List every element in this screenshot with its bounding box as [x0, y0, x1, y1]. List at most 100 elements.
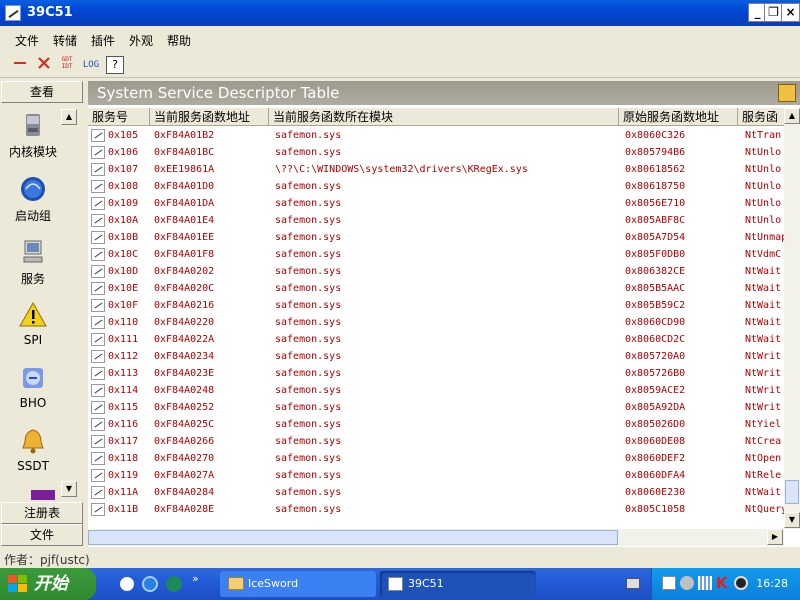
tray-grid-icon[interactable]: [698, 576, 712, 590]
tray-network-icon[interactable]: [680, 576, 694, 590]
title-bar[interactable]: 39C51 _ ❐ ×: [0, 0, 800, 26]
column-service-function[interactable]: 服务函: [738, 108, 784, 126]
cell-current-module: safemon.sys: [275, 283, 342, 294]
sidebar-scroll-down[interactable]: ▼: [61, 481, 77, 497]
vertical-scrollbar[interactable]: ▲ ▼: [784, 108, 800, 529]
cell-service-number: 0x11B: [108, 504, 139, 515]
cell-current-module: safemon.sys: [275, 130, 342, 141]
log-button[interactable]: LOG: [80, 56, 102, 74]
table-row[interactable]: 0x117 0xF84A0266 safemon.sys 0x8060DE08 NtCr…: [88, 433, 784, 450]
bell-icon: [22, 429, 44, 454]
table-row[interactable]: 0x115 0xF84A0252 safemon.sys 0x805A92DA NtWr…: [88, 399, 784, 416]
table-row[interactable]: 0x110 0xF84A0220 safemon.sys 0x8060CD90 NtWa…: [88, 314, 784, 331]
clock: 16:28: [756, 577, 788, 590]
table-row[interactable]: 0x107 0xEE19861A \??\C:\WINDOWS\system32\d…: [88, 161, 784, 178]
scroll-down-button[interactable]: ▼: [784, 512, 800, 528]
task-label: IceSword: [248, 577, 299, 590]
main-window: 39C51 _ ❐ × 文件 转储 插件 外观 帮助 GDT IDT LOG ?…: [0, 0, 800, 568]
ie-icon[interactable]: [142, 576, 158, 592]
menu-help[interactable]: 帮助: [167, 32, 191, 49]
cell-current-module: safemon.sys: [275, 147, 342, 158]
table-row[interactable]: 0x119 0xF84A027A safemon.sys 0x8060DFA4 NtRe…: [88, 467, 784, 484]
table-body: 0x105 0xF84A01B2 safemon.sys 0x8060C326 NtTr…: [88, 127, 784, 521]
minus-icon[interactable]: [11, 56, 29, 74]
tray-k-icon[interactable]: K: [716, 574, 728, 592]
keyboard-icon[interactable]: [626, 578, 640, 589]
table-row[interactable]: 0x10A 0xF84A01E4 safemon.sys 0x805ABF8C NtUn…: [88, 212, 784, 229]
panel-pin-icon[interactable]: [778, 84, 796, 102]
table-row[interactable]: 0x108 0xF84A01D0 safemon.sys 0x80618750 NtUn…: [88, 178, 784, 195]
scroll-up-button[interactable]: ▲: [784, 108, 800, 124]
cell-service-function: NtWrit: [745, 402, 782, 413]
cell-service-number: 0x10E: [108, 283, 139, 294]
sidebar-header-files[interactable]: 文件: [1, 524, 83, 546]
menu-dump[interactable]: 转储: [53, 32, 77, 49]
column-service-number[interactable]: 服务号: [88, 108, 150, 126]
cell-service-function: NtWait: [745, 334, 782, 345]
menu-appearance[interactable]: 外观: [129, 32, 153, 49]
media-icon[interactable]: [120, 577, 134, 591]
vertical-scroll-thumb[interactable]: [785, 480, 799, 504]
sidebar-item-ssdt[interactable]: SSDT: [1, 426, 65, 473]
cell-current-address: 0xF84A01EE: [154, 232, 215, 243]
table-row[interactable]: 0x114 0xF84A0248 safemon.sys 0x8059ACE2 NtWr…: [88, 382, 784, 399]
help-button[interactable]: ?: [106, 56, 124, 74]
table-row[interactable]: 0x11A 0xF84A0284 safemon.sys 0x8060E230 NtWa…: [88, 484, 784, 501]
cell-original-address: 0x8060DE08: [625, 436, 686, 447]
menu-file[interactable]: 文件: [15, 32, 39, 49]
table-row[interactable]: 0x106 0xF84A01BC safemon.sys 0x805794B6 NtUn…: [88, 144, 784, 161]
table-row[interactable]: 0x10C 0xF84A01F8 safemon.sys 0x805F0DB0 NtVd…: [88, 246, 784, 263]
globe-launch-icon[interactable]: [166, 576, 182, 592]
menu-plugins[interactable]: 插件: [91, 32, 115, 49]
start-button[interactable]: 开始: [0, 568, 96, 600]
table-row[interactable]: 0x11B 0xF84A028E safemon.sys 0x805C1058 NtQu…: [88, 501, 784, 518]
delete-icon[interactable]: [35, 56, 53, 74]
column-current-address[interactable]: 当前服务函数地址: [150, 108, 269, 126]
sidebar-item-label: BHO: [19, 396, 47, 410]
table-row[interactable]: 0x112 0xF84A0234 safemon.sys 0x805720A0 NtWr…: [88, 348, 784, 365]
window-title: 39C51: [27, 5, 73, 20]
scroll-right-button[interactable]: ▶: [767, 529, 783, 545]
sidebar-scroll-up[interactable]: ▲: [61, 109, 77, 125]
gdt-idt-button[interactable]: GDT IDT: [58, 56, 76, 74]
table-row[interactable]: 0x118 0xF84A0270 safemon.sys 0x8060DEF2 NtOp…: [88, 450, 784, 467]
sidebar-header-view[interactable]: 查看: [1, 81, 83, 103]
sidebar-item-spi[interactable]: SPI: [1, 300, 65, 347]
table-row[interactable]: 0x113 0xF84A023E safemon.sys 0x805726B0 NtWr…: [88, 365, 784, 382]
table-row[interactable]: 0x116 0xF84A025C safemon.sys 0x805026D0 NtYi…: [88, 416, 784, 433]
row-entry-icon: [91, 384, 105, 397]
quick-launch-more-icon[interactable]: »: [192, 572, 199, 585]
cell-service-function: NtUnlo: [745, 147, 782, 158]
task-39c51[interactable]: 39C51: [380, 571, 536, 597]
cell-original-address: 0x8060DFA4: [625, 470, 686, 481]
tray-speaker-icon[interactable]: [734, 576, 748, 590]
sidebar-header-registry[interactable]: 注册表: [1, 502, 83, 524]
row-entry-icon: [91, 486, 105, 499]
close-button[interactable]: ×: [781, 3, 800, 22]
table-row[interactable]: 0x10F 0xF84A0216 safemon.sys 0x805B59C2 NtWa…: [88, 297, 784, 314]
cell-original-address: 0x80618750: [625, 181, 686, 192]
sidebar-item-bho[interactable]: BHO: [1, 363, 65, 410]
sidebar-item-kernel-modules[interactable]: 内核模块: [1, 110, 65, 160]
row-entry-icon: [91, 333, 105, 346]
task-icesword[interactable]: IceSword: [220, 571, 376, 597]
cell-current-address: 0xF84A0266: [154, 436, 215, 447]
table-row[interactable]: 0x105 0xF84A01B2 safemon.sys 0x8060C326 NtTr…: [88, 127, 784, 144]
sidebar-item-startup[interactable]: 启动组: [1, 174, 65, 224]
table-row[interactable]: 0x10B 0xF84A01EE safemon.sys 0x805A7D54 NtUn…: [88, 229, 784, 246]
table-row[interactable]: 0x111 0xF84A022A safemon.sys 0x8060CD2C NtWa…: [88, 331, 784, 348]
column-original-address[interactable]: 原始服务函数地址: [619, 108, 738, 126]
cell-service-function: NtWait: [745, 266, 782, 277]
table-row[interactable]: 0x10D 0xF84A0202 safemon.sys 0x806382CE NtWa…: [88, 263, 784, 280]
table-row[interactable]: 0x109 0xF84A01DA safemon.sys 0x8056E710 NtUn…: [88, 195, 784, 212]
horizontal-scroll-thumb[interactable]: [88, 530, 618, 545]
column-current-module[interactable]: 当前服务函数所在模块: [269, 108, 619, 126]
sidebar-item-services[interactable]: 服务: [1, 237, 65, 287]
tray-app-icon[interactable]: [662, 576, 676, 590]
cell-service-function: NtWait: [745, 283, 782, 294]
cell-current-module: safemon.sys: [275, 266, 342, 277]
cell-original-address: 0x806382CE: [625, 266, 686, 277]
table-row[interactable]: 0x10E 0xF84A020C safemon.sys 0x805B5AAC NtWa…: [88, 280, 784, 297]
start-label: 开始: [34, 574, 68, 594]
horizontal-scrollbar[interactable]: ▶: [88, 529, 784, 546]
